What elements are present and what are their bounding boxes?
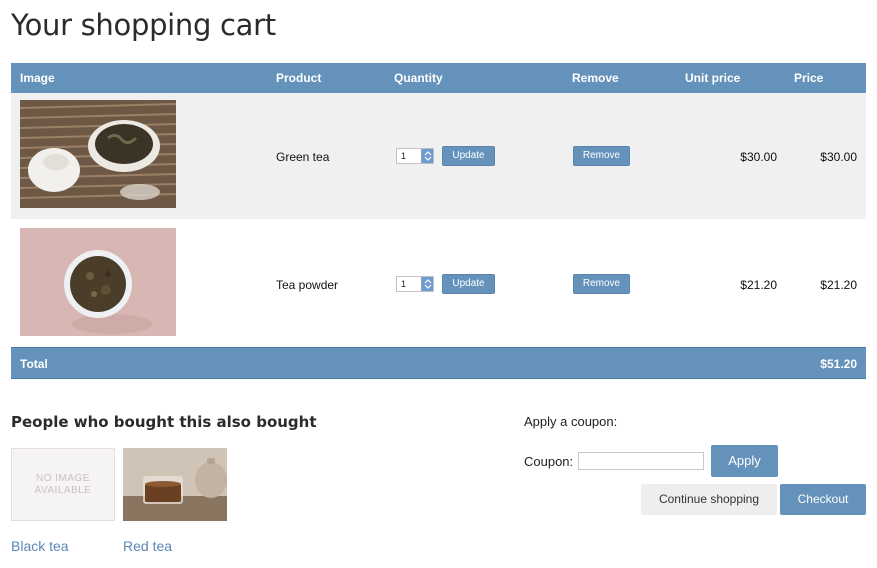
unit-price: $30.00 bbox=[740, 150, 777, 164]
tea-powder-photo[interactable] bbox=[20, 228, 176, 336]
total-value: $51.20 bbox=[820, 357, 857, 371]
black-tea-link[interactable]: Black tea bbox=[11, 538, 69, 554]
update-button[interactable]: Update bbox=[442, 146, 495, 166]
header-remove: Remove bbox=[572, 71, 619, 85]
red-tea-link[interactable]: Red tea bbox=[123, 538, 172, 554]
header-image: Image bbox=[20, 71, 55, 85]
total-label: Total bbox=[20, 357, 48, 371]
quantity-stepper[interactable]: 1 bbox=[396, 276, 434, 292]
coupon-title: Apply a coupon: bbox=[524, 414, 618, 429]
stepper-arrows-icon[interactable] bbox=[421, 149, 433, 163]
table-row: Tea powder 1 Update Remove $21.20 $21.20 bbox=[11, 221, 866, 347]
black-tea-no-image[interactable]: NO IMAGE AVAILABLE bbox=[11, 448, 115, 521]
product-name: Green tea bbox=[276, 150, 330, 164]
checkout-button[interactable]: Checkout bbox=[780, 484, 866, 515]
line-price: $21.20 bbox=[820, 278, 857, 292]
header-unit-price: Unit price bbox=[685, 71, 741, 85]
red-tea-photo[interactable] bbox=[123, 448, 227, 521]
line-price: $30.00 bbox=[820, 150, 857, 164]
remove-button[interactable]: Remove bbox=[573, 274, 630, 294]
also-bought-title: People who bought this also bought bbox=[11, 413, 317, 431]
apply-coupon-button[interactable]: Apply bbox=[711, 445, 778, 477]
header-price: Price bbox=[794, 71, 824, 85]
stepper-arrows-icon[interactable] bbox=[421, 277, 433, 291]
green-tea-photo[interactable] bbox=[20, 100, 176, 208]
unit-price: $21.20 bbox=[740, 278, 777, 292]
coupon-input[interactable] bbox=[578, 452, 704, 470]
remove-button[interactable]: Remove bbox=[573, 146, 630, 166]
no-image-text: NO IMAGE AVAILABLE bbox=[34, 473, 92, 496]
table-row: Green tea 1 Update Remove $30.00 $30.00 bbox=[11, 93, 866, 219]
header-product: Product bbox=[276, 71, 322, 85]
coupon-label: Coupon: bbox=[524, 454, 574, 469]
page-title: Your shopping cart bbox=[11, 8, 276, 42]
quantity-value[interactable]: 1 bbox=[401, 279, 406, 289]
update-button[interactable]: Update bbox=[442, 274, 495, 294]
product-name: Tea powder bbox=[276, 278, 339, 292]
total-row: Total $51.20 bbox=[11, 347, 866, 379]
header-quantity: Quantity bbox=[394, 71, 443, 85]
quantity-stepper[interactable]: 1 bbox=[396, 148, 434, 164]
continue-shopping-button[interactable]: Continue shopping bbox=[641, 484, 777, 515]
cart-header-row: Image Product Quantity Remove Unit price… bbox=[11, 63, 866, 93]
quantity-value[interactable]: 1 bbox=[401, 151, 406, 161]
